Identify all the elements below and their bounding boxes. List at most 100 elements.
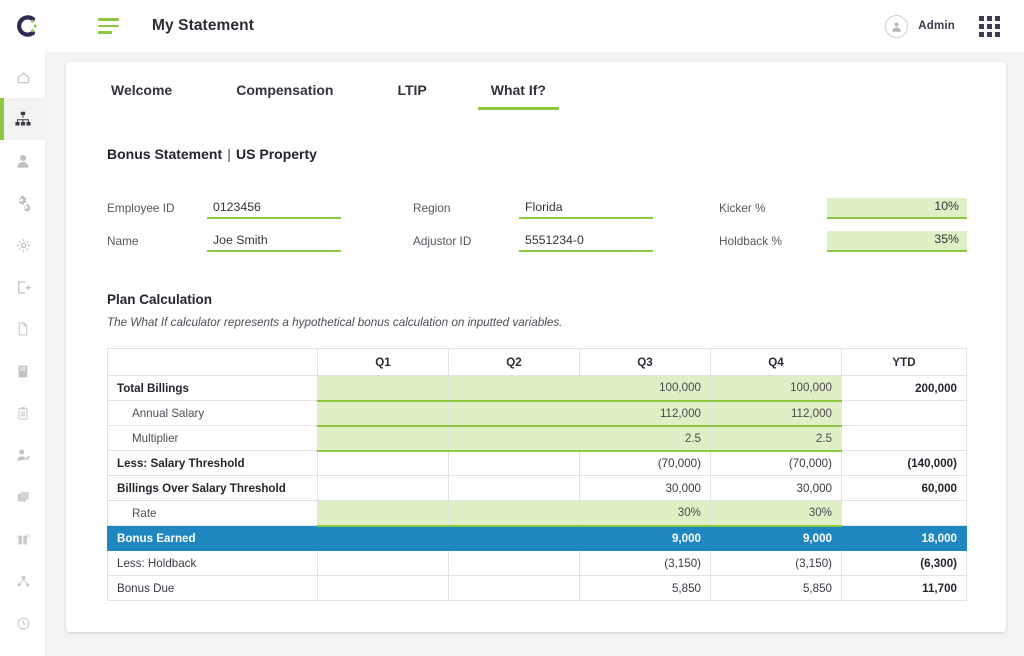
sidebar-item-layers[interactable] [0, 476, 46, 518]
field-kicker-pct: Kicker % [719, 198, 967, 219]
hamburger-menu-icon[interactable] [86, 0, 130, 52]
table-row: Rate 30% 30% [107, 500, 967, 527]
clipboard-icon [15, 405, 31, 422]
sidebar-item-document[interactable] [0, 308, 46, 350]
cell-q3: 5,850 [579, 575, 711, 601]
cell-input-q3[interactable]: 100,000 [579, 375, 711, 402]
cell-q1 [317, 575, 449, 601]
tab-compensation[interactable]: Compensation [232, 62, 337, 118]
table-header-row: Q1 Q2 Q3 Q4 YTD [107, 348, 967, 376]
field-holdback-pct: Holdback % [719, 231, 967, 252]
cell-input-q4[interactable]: 112,000 [710, 400, 842, 427]
cell-q4: 9,000 [710, 525, 842, 551]
org-chart-icon [14, 110, 32, 128]
gears-icon [14, 194, 32, 212]
layers-icon [15, 489, 32, 506]
brand-logo-c[interactable] [0, 0, 52, 52]
region-input[interactable] [519, 199, 653, 219]
page-title: My Statement [152, 17, 254, 34]
cell-input-q2[interactable] [448, 500, 580, 527]
table-row: Billings Over Salary Threshold 30,000 30,0… [107, 475, 967, 501]
cell-input-q1[interactable] [317, 375, 449, 402]
tab-what-if[interactable]: What If? [477, 62, 560, 118]
field-adjustor-id: Adjustor ID [413, 232, 719, 252]
cell-input-q3[interactable]: 2.5 [579, 425, 711, 452]
plan-calculation-note: The What If calculator represents a hypo… [107, 316, 563, 329]
col-header-q1: Q1 [317, 348, 449, 376]
cell-q4: 30,000 [710, 475, 842, 501]
sidebar-item-gears[interactable] [0, 182, 46, 224]
adjustor-id-input[interactable] [519, 232, 653, 252]
cell-q3: (70,000) [579, 450, 711, 476]
kicker-pct-input[interactable] [827, 198, 967, 219]
statement-title: Bonus Statement [107, 146, 223, 162]
cell-input-q4[interactable]: 30% [710, 500, 842, 527]
cell-ytd [841, 400, 967, 426]
cell-input-q3[interactable]: 112,000 [579, 400, 711, 427]
cell-input-q2[interactable] [448, 375, 580, 402]
cell-q1 [317, 475, 449, 501]
table-head: Q1 Q2 Q3 Q4 YTD [107, 348, 967, 376]
cell-input-q2[interactable] [448, 425, 580, 452]
apps-grid-icon[interactable] [979, 15, 1000, 37]
cell-input-q1[interactable] [317, 400, 449, 427]
cell-input-q1[interactable] [317, 500, 449, 527]
gift-icon [15, 531, 32, 548]
home-icon [15, 69, 32, 86]
cell-ytd: (6,300) [841, 550, 967, 576]
cell-q1 [317, 450, 449, 476]
cell-q1 [317, 550, 449, 576]
holdback-pct-input[interactable] [827, 231, 967, 252]
region-label: Region [413, 201, 451, 215]
row-label: Bonus Earned [107, 525, 318, 551]
cell-input-q3[interactable]: 30% [579, 500, 711, 527]
cell-q3: 30,000 [579, 475, 711, 501]
sidebar-item-org-chart[interactable] [0, 98, 46, 140]
name-input[interactable] [207, 232, 341, 252]
employee-id-input[interactable] [207, 199, 341, 219]
col-header-q2: Q2 [448, 348, 580, 376]
user-avatar-icon[interactable] [885, 14, 909, 38]
row-label: Annual Salary [107, 400, 318, 426]
cell-q4: (70,000) [710, 450, 842, 476]
left-sidebar [0, 52, 46, 656]
app-root: My Statement Admin Welcome Compensation … [0, 0, 1024, 656]
sidebar-item-home[interactable] [0, 56, 46, 98]
table-body: Total Billings 100,000 100,000 200,000 Annua… [107, 375, 967, 601]
sidebar-item-gift[interactable] [0, 518, 46, 560]
employee-form: Employee ID Region Kicker % Name [107, 186, 967, 252]
row-label: Billings Over Salary Threshold [107, 475, 318, 501]
row-label: Multiplier [107, 425, 318, 451]
cell-input-q2[interactable] [448, 400, 580, 427]
col-header-blank [107, 348, 318, 376]
kicker-pct-label: Kicker % [719, 201, 766, 215]
sidebar-item-settings[interactable] [0, 224, 46, 266]
cell-input-q4[interactable]: 100,000 [710, 375, 842, 402]
top-bar: My Statement Admin [0, 0, 1024, 52]
sidebar-item-clock-history[interactable] [0, 602, 46, 644]
statement-heading: Bonus Statement | US Property [107, 146, 317, 162]
tab-ltip[interactable]: LTIP [393, 62, 430, 118]
cell-input-q1[interactable] [317, 425, 449, 452]
field-region: Region [413, 199, 719, 219]
cell-input-q4[interactable]: 2.5 [710, 425, 842, 452]
cell-q3: (3,150) [579, 550, 711, 576]
row-label: Less: Salary Threshold [107, 450, 318, 476]
cell-q2 [448, 575, 580, 601]
share-network-icon [15, 573, 32, 590]
user-name-label: Admin [918, 20, 955, 32]
export-icon [15, 279, 32, 296]
row-label: Rate [107, 500, 318, 526]
tab-welcome[interactable]: Welcome [107, 62, 176, 118]
sidebar-item-clipboard[interactable] [0, 392, 46, 434]
sidebar-item-book[interactable] [0, 350, 46, 392]
col-header-q4: Q4 [710, 348, 842, 376]
cell-q2 [448, 475, 580, 501]
row-label: Less: Holdback [107, 550, 318, 576]
sidebar-item-person[interactable] [0, 140, 46, 182]
table-row: Bonus Earned 9,000 9,000 18,000 [107, 525, 967, 551]
sidebar-item-user-edit[interactable] [0, 434, 46, 476]
holdback-pct-label: Holdback % [719, 234, 782, 248]
sidebar-item-export[interactable] [0, 266, 46, 308]
sidebar-item-share-network[interactable] [0, 560, 46, 602]
